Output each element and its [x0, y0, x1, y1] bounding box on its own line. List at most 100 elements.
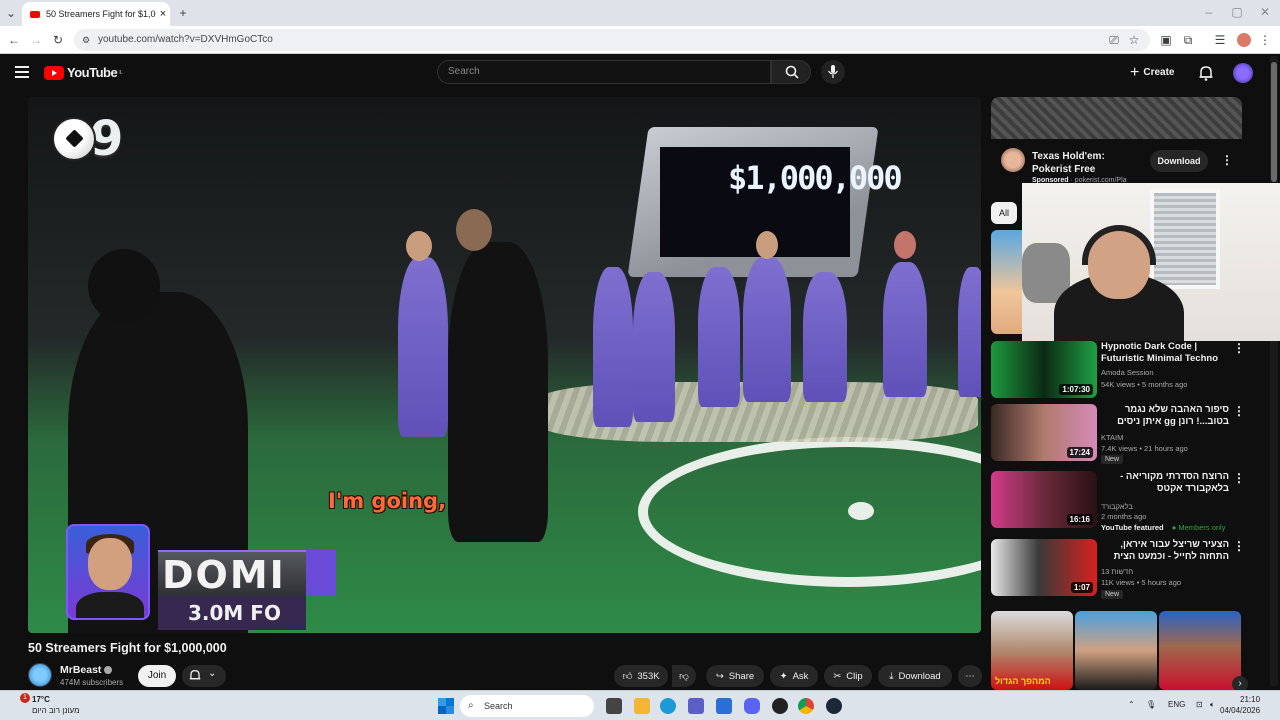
ad-app-icon[interactable] [1001, 148, 1025, 172]
recommendation-title[interactable]: הרוצח הסדרתי מקוריאה - בלאקבורד אקטס [1101, 471, 1229, 495]
video-subtitle: I'm going, [328, 489, 447, 513]
short-thumbnail[interactable] [1159, 611, 1241, 690]
recommendation-channel[interactable]: Amoda Session [1101, 367, 1154, 378]
contestant-head [406, 231, 432, 261]
notifications-bell-icon[interactable] [1199, 65, 1213, 81]
window-close-button[interactable]: ✕ [1256, 0, 1274, 24]
join-button[interactable]: Join [138, 665, 176, 687]
windows-start-icon[interactable] [438, 698, 454, 714]
scrollbar-thumb[interactable] [1271, 62, 1277, 182]
cast-icon[interactable]: ⎚ [1106, 28, 1122, 52]
recommendation-title[interactable]: Hypnotic Dark Code | Futuristic Minimal … [1101, 341, 1229, 365]
like-button[interactable]: 👍︎ 353K [614, 665, 668, 687]
recommendation-channel[interactable]: KTAIM [1101, 432, 1123, 443]
tray-icon[interactable]: 🎙︎ [1146, 700, 1156, 709]
volume-icon[interactable]: 🔈︎ [1210, 700, 1215, 710]
hamburger-menu-icon[interactable] [15, 66, 29, 78]
back-icon[interactable]: ← [4, 28, 24, 52]
recommendation-thumbnail[interactable]: 16:16 [991, 471, 1097, 528]
ask-label: Ask [792, 670, 809, 682]
browser-menu-icon[interactable]: ⋮ [1258, 28, 1272, 52]
ask-button[interactable]: ✦ Ask [770, 665, 818, 687]
share-button[interactable]: ↪ Share [706, 665, 764, 687]
recommendation-item[interactable]: 17:24 סיפור האהבה שלא נגמר בטוב...! רונן… [991, 404, 1251, 468]
dislike-button[interactable]: 👎︎ [672, 665, 696, 687]
site-info-icon[interactable]: ⚙ [82, 29, 90, 51]
search-input[interactable]: Search [437, 60, 771, 84]
like-count: 353K [637, 670, 660, 682]
download-button[interactable]: ⤓ Download [878, 665, 952, 687]
subscription-bell-button[interactable]: ⌄ [182, 665, 226, 687]
recommendation-title[interactable]: הצעיר שריצל עבור איראן, התחזה לחייל - וכ… [1101, 539, 1229, 563]
ad-menu-icon[interactable]: ⋮ [1221, 153, 1233, 167]
app-icon[interactable] [772, 698, 788, 714]
channel-name[interactable]: MrBeast [60, 664, 113, 676]
recommendation-menu-icon[interactable]: ⋮ [1233, 471, 1245, 485]
soccer-ball-icon [52, 117, 96, 161]
tab-search-icon[interactable]: ☰ [1212, 28, 1228, 52]
search-button[interactable] [771, 60, 811, 84]
maximize-button[interactable]: ▢ [1228, 0, 1246, 24]
recommendation-thumbnail-partial[interactable] [991, 230, 1023, 334]
clip-label: Clip [846, 670, 863, 682]
language-indicator[interactable]: ENG [1168, 700, 1185, 709]
bookmark-star-icon[interactable]: ☆ [1126, 28, 1142, 52]
chip-all[interactable]: All [991, 202, 1017, 224]
tab-list-button[interactable]: ⌄ [2, 1, 20, 25]
video-player[interactable]: $1,000,000 9 I'm going, DOMI 3.0M FO [28, 97, 981, 633]
tab-youtube[interactable]: 50 Streamers Fight for $1,000,0 × [22, 2, 170, 26]
recommendation-item[interactable]: 1:07 הצעיר שריצל עבור איראן, התחזה לחייל… [991, 539, 1251, 603]
weather-widget[interactable]: 17°C מעונן רוב היום [32, 694, 80, 716]
network-icon[interactable]: ⊡ [1196, 700, 1203, 709]
short-thumbnail[interactable] [1075, 611, 1157, 690]
streamer-name-card: DOMI 3.0M FO [58, 520, 338, 632]
card-accent [306, 550, 336, 596]
url-bar[interactable]: ⚙ youtube.com/watch?v=DXVHmGoCTco [74, 29, 1150, 51]
chrome-icon[interactable] [798, 698, 814, 714]
edge-icon[interactable] [660, 698, 676, 714]
recommendation-menu-icon[interactable]: ⋮ [1233, 539, 1245, 553]
create-button[interactable]: + Create [1130, 62, 1186, 84]
clip-button[interactable]: ✂ Clip [824, 665, 872, 687]
minimize-button[interactable]: – [1200, 0, 1218, 24]
tab-close-icon[interactable]: × [156, 8, 170, 20]
recommendation-channel[interactable]: חדשות 13 [1101, 566, 1133, 577]
youtube-logo[interactable]: YouTube IL [44, 65, 123, 80]
file-explorer-icon[interactable] [634, 698, 650, 714]
ad-download-button[interactable]: Download [1150, 150, 1208, 172]
recommendation-thumbnail[interactable]: 1:07:30 [991, 341, 1097, 398]
page-scrollbar[interactable] [1270, 56, 1278, 686]
store-icon[interactable] [716, 698, 732, 714]
discord-icon[interactable] [744, 698, 760, 714]
recommendation-thumbnail[interactable]: 17:24 [991, 404, 1097, 461]
logo-region: IL [119, 69, 123, 76]
recommendation-title[interactable]: סיפור האהבה שלא נגמר בטוב...! רונן gg אי… [1101, 404, 1229, 428]
recommendation-thumbnail[interactable]: 1:07 [991, 539, 1097, 596]
recommendation-menu-icon[interactable]: ⋮ [1233, 404, 1245, 418]
chevron-down-icon: ⌄ [208, 668, 217, 679]
system-clock[interactable]: 21:10 04/04/2026 [1220, 694, 1260, 716]
task-view-icon[interactable] [606, 698, 622, 714]
weather-notification-badge[interactable]: 1 [20, 693, 30, 703]
extensions-puzzle-icon[interactable]: ⧉ [1180, 28, 1196, 52]
more-actions-button[interactable]: ⋯ [958, 665, 982, 687]
recommendation-menu-icon[interactable]: ⋮ [1233, 341, 1245, 355]
recommendation-item[interactable]: 16:16 הרוצח הסדרתי מקוריאה - בלאקבורד אק… [991, 471, 1251, 535]
short-thumbnail[interactable]: המהפך הגדול [991, 611, 1073, 690]
search-icon [785, 65, 799, 79]
voice-search-button[interactable] [821, 60, 845, 84]
ad-title[interactable]: Texas Hold'em: Pokerist Free [1032, 150, 1144, 176]
new-tab-button[interactable]: + [174, 1, 192, 25]
forward-icon[interactable]: → [26, 28, 46, 52]
channel-avatar[interactable] [28, 663, 52, 687]
reload-icon[interactable]: ↻ [48, 28, 68, 52]
ad-banner-image[interactable] [991, 97, 1242, 139]
profile-avatar[interactable] [1237, 33, 1251, 47]
tray-chevron-icon[interactable]: ⌃ [1128, 700, 1135, 709]
taskbar-search[interactable]: ⌕ Search [460, 695, 594, 717]
steam-icon[interactable] [826, 698, 842, 714]
teams-icon[interactable] [688, 698, 704, 714]
recommendation-item[interactable]: 1:07:30 Hypnotic Dark Code | Futuristic … [991, 341, 1251, 405]
account-avatar[interactable] [1233, 63, 1253, 83]
extension-icon[interactable]: ▣ [1158, 28, 1174, 52]
